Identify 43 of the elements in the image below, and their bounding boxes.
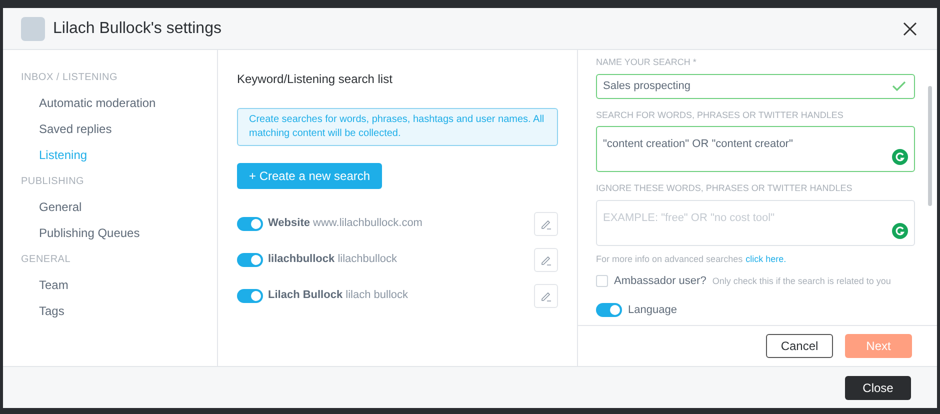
toggle-switch[interactable] — [237, 252, 263, 266]
close-icon[interactable] — [903, 22, 917, 36]
cancel-button[interactable]: Cancel — [766, 334, 833, 358]
toggle-switch[interactable] — [237, 216, 263, 230]
field-label: NAME YOUR SEARCH * — [596, 56, 698, 69]
sidebar-item[interactable]: Team — [39, 276, 68, 294]
sidebar-item[interactable]: Saved replies — [39, 120, 112, 138]
sidebar-item[interactable]: Publishing Queues — [39, 224, 140, 242]
sidebar-heading: INBOX / LISTENING — [21, 71, 118, 85]
edit-button[interactable] — [534, 248, 558, 272]
sidebar-item[interactable]: Automatic moderation — [39, 94, 156, 112]
search-entry: Lilach Bullock lilach bullock — [268, 288, 408, 304]
toggle-switch[interactable] — [596, 302, 622, 317]
avatar-placeholder — [21, 16, 45, 40]
edit-button[interactable] — [534, 212, 558, 236]
search-textarea[interactable]: "content creation" OR "content creator" — [596, 126, 915, 172]
grammar-check-icon[interactable] — [892, 222, 908, 238]
search-entry: lilachbullock lilachbullock — [268, 252, 398, 268]
edit-button[interactable] — [534, 284, 558, 308]
search-entry: Website www.lilachbullock.com — [268, 216, 422, 232]
sidebar-heading: GENERAL — [21, 253, 72, 267]
scrollbar[interactable] — [928, 86, 932, 206]
sidebar-heading: PUBLISHING — [21, 175, 86, 189]
grammar-check-icon[interactable] — [892, 149, 908, 165]
checkmark-icon — [892, 81, 906, 91]
window-title: Lilach Bullock's settings — [53, 18, 222, 38]
info-message: Create searches for words, phrases, hashtags and user names. All matching content will be collected. — [237, 108, 558, 146]
language-label: Language — [628, 302, 677, 318]
sidebar-item[interactable]: General — [39, 198, 82, 216]
field-label: IGNORE THESE WORDS, PHRASES OR TWITTER HANDLES — [596, 182, 854, 195]
close-button[interactable]: Close — [845, 376, 911, 400]
pencil-icon — [540, 254, 552, 266]
help-text: For more info on advanced searches — [596, 252, 743, 266]
toggle-switch[interactable] — [237, 288, 263, 302]
ambassador-hint: Only check this if the search is related to you — [712, 274, 891, 288]
sidebar-item[interactable]: Tags — [39, 302, 64, 320]
field-label: SEARCH FOR WORDS, PHRASES OR TWITTER HANDLES — [596, 108, 844, 122]
pencil-icon — [540, 218, 552, 230]
ambassador-label: Ambassador user? — [614, 274, 706, 289]
pencil-icon — [540, 290, 552, 302]
ambassador-checkbox[interactable] — [596, 275, 608, 288]
name-input[interactable]: Sales prospecting — [596, 74, 915, 98]
section-title: Keyword/Listening search list — [237, 71, 394, 88]
